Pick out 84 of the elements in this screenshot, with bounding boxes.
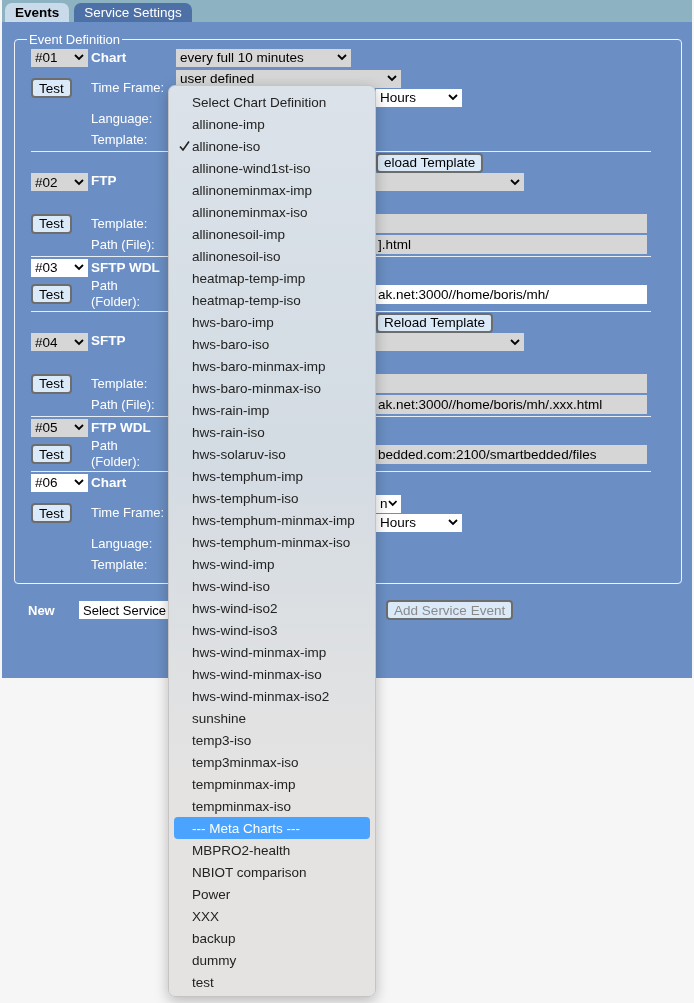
menu-item[interactable]: dummy	[174, 949, 370, 971]
event-type: Chart	[91, 475, 127, 490]
new-label: New	[28, 602, 56, 618]
menu-item[interactable]: allinonesoil-iso	[174, 245, 370, 267]
chevron-icon	[74, 424, 84, 431]
menu-item[interactable]: allinone-wind1st-iso	[174, 157, 370, 179]
menu-item[interactable]: hws-baro-imp	[174, 311, 370, 333]
menu-item[interactable]: hws-temphum-minmax-imp	[174, 509, 370, 531]
menu-item[interactable]: backup	[174, 927, 370, 949]
menu-item[interactable]: allinoneminmax-imp	[174, 179, 370, 201]
menu-item[interactable]: hws-baro-minmax-iso	[174, 377, 370, 399]
menu-item[interactable]: hws-wind-minmax-imp	[174, 641, 370, 663]
menu-item[interactable]: hws-wind-imp	[174, 553, 370, 575]
menu-item[interactable]: hws-wind-iso2	[174, 597, 370, 619]
dropdown[interactable]: Hours	[376, 513, 462, 532]
chevron-icon	[74, 338, 84, 346]
chevron-icon	[448, 94, 458, 101]
field-label: Template:	[91, 215, 148, 232]
tab[interactable]: Events	[5, 3, 70, 22]
menu-item[interactable]: hws-temphum-imp	[174, 465, 370, 487]
event-number-dropdown[interactable]: #06	[31, 473, 88, 492]
event-type: FTP	[91, 173, 117, 188]
menu-item[interactable]: tempminmax-iso	[174, 795, 370, 817]
menu-item[interactable]: hws-temphum-iso	[174, 487, 370, 509]
menu-item[interactable]: hws-solaruv-iso	[174, 443, 370, 465]
field-label: Path (Folder):	[91, 278, 142, 310]
menu-item[interactable]: hws-wind-minmax-iso	[174, 663, 370, 685]
field-label: Language:	[91, 535, 153, 552]
menu-item[interactable]: heatmap-temp-iso	[174, 289, 370, 311]
menu-item[interactable]: hws-wind-iso3	[174, 619, 370, 641]
dropdown[interactable]: n	[376, 494, 401, 513]
service-dropdown[interactable]: Select Service	[79, 601, 169, 619]
menu-item[interactable]: tempminmax-imp	[174, 773, 370, 795]
chevron-icon	[74, 54, 84, 61]
event-type: SFTP WDL	[91, 260, 160, 275]
menu-item[interactable]: hws-rain-iso	[174, 421, 370, 443]
menu-item[interactable]: allinoneminmax-iso	[174, 201, 370, 223]
chevron-icon	[387, 500, 397, 507]
field-label: Path (File):	[91, 236, 155, 253]
field-label: Template:	[91, 556, 148, 573]
chevron-icon	[510, 338, 520, 346]
chevron-icon	[448, 519, 458, 526]
menu-item[interactable]: NBIOT comparison	[174, 861, 370, 883]
tab[interactable]: Service Settings	[74, 3, 192, 22]
fieldset-legend: Event Definition	[27, 32, 123, 47]
event-type: Chart	[91, 50, 127, 65]
field-label: Path (File):	[91, 396, 155, 413]
menu-item[interactable]: temp3-iso	[174, 729, 370, 751]
text-field[interactable]: ak.net:3000//home/boris/mh/	[376, 284, 647, 304]
test-button[interactable]: Test	[31, 284, 72, 304]
menu-item[interactable]: Power	[174, 883, 370, 905]
field-label: Language:	[91, 110, 153, 127]
chevron-icon	[510, 178, 520, 186]
menu-item[interactable]: hws-rain-imp	[174, 399, 370, 421]
chevron-icon	[337, 54, 347, 61]
field-label: Template:	[91, 131, 148, 148]
menu-item[interactable]: test	[174, 971, 370, 993]
menu-item[interactable]: hws-baro-iso	[174, 333, 370, 355]
menu-item[interactable]: allinone-iso	[174, 135, 370, 157]
chevron-icon	[74, 178, 84, 186]
menu-item[interactable]: hws-baro-minmax-imp	[174, 355, 370, 377]
field-label: Path (Folder):	[91, 438, 142, 470]
field-label: Time Frame:	[91, 505, 165, 521]
menu-item[interactable]: hws-temphum-minmax-iso	[174, 531, 370, 553]
field-label: Time Frame:	[91, 80, 165, 96]
menu-item[interactable]: allinonesoil-imp	[174, 223, 370, 245]
chevron-icon	[74, 264, 84, 271]
menu-item[interactable]: XXX	[174, 905, 370, 927]
chevron-icon	[387, 75, 397, 82]
check-icon	[179, 141, 190, 151]
menu-item[interactable]: MBPRO2-health	[174, 839, 370, 861]
menu-item[interactable]: hws-wind-minmax-iso2	[174, 685, 370, 707]
menu-item[interactable]: sunshine	[174, 707, 370, 729]
menu-item[interactable]: hws-wind-iso	[174, 575, 370, 597]
menu-item[interactable]: temp3minmax-iso	[174, 751, 370, 773]
event-type: SFTP	[91, 333, 126, 348]
field-label: Template:	[91, 375, 148, 392]
test-button[interactable]: Test	[31, 503, 72, 523]
chevron-icon	[74, 479, 84, 486]
menu-item[interactable]: allinone-imp	[174, 113, 370, 135]
event-number-dropdown[interactable]: #03	[31, 258, 88, 277]
menu-item[interactable]: Select Chart Definition	[174, 91, 370, 113]
event-type: FTP WDL	[91, 420, 151, 435]
menu-item[interactable]: heatmap-temp-imp	[174, 267, 370, 289]
